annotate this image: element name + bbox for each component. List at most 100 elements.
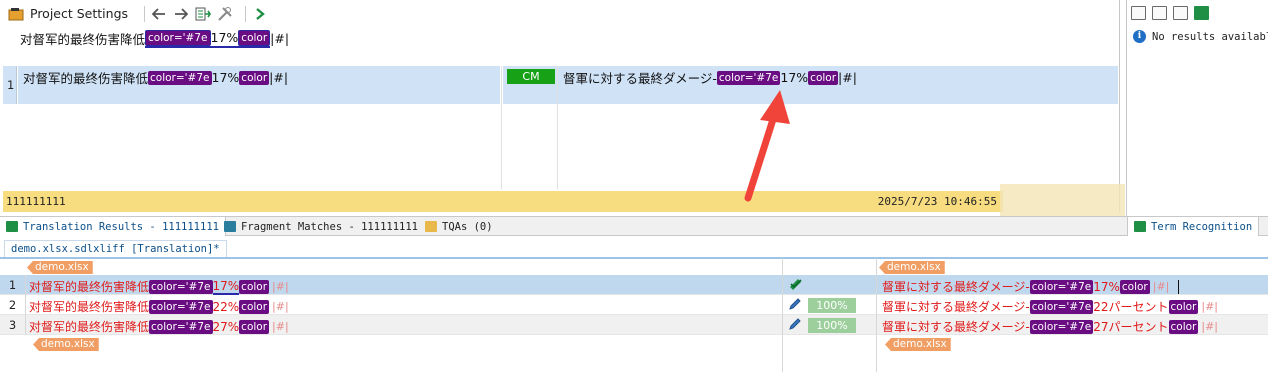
tag-close[interactable]: color [239, 299, 270, 314]
editor-preview-panel: Project Settings 对督军的最终伤害降低 color='#7e 1… [0, 0, 1120, 212]
tag-close[interactable]: color [1119, 279, 1150, 294]
tab-term-recognition[interactable]: Term Recognition [1127, 217, 1260, 236]
pipe-tag: |#| [1201, 300, 1219, 313]
source-text: 对督军的最终伤害降低 [29, 300, 150, 314]
source-value: 17% [210, 30, 239, 45]
segment-target-value: 17% [780, 70, 809, 85]
segment-number: 3 [0, 315, 26, 335]
segment-row[interactable]: 2 对督军的最终伤害降低 color='#7e 22% color |#| 督軍… [0, 295, 1268, 315]
bottom-tab-bar: Translation Results - 111111111 Fragment… [0, 216, 1268, 236]
tab-label: TQAs (0) [442, 220, 493, 233]
pipe-tag: |#| [272, 320, 289, 333]
segment-source: 对督军的最终伤害降低 color='#7e 17% color |#| [23, 68, 288, 87]
cm-status-badge: CM [507, 69, 555, 84]
tag-close[interactable]: color [239, 70, 270, 85]
arrow-left-icon[interactable] [151, 6, 167, 22]
info-icon: i [1133, 30, 1146, 43]
project-toolbar: Project Settings [0, 0, 1120, 27]
toolbar-divider [144, 5, 146, 22]
segment-row[interactable]: 1 对督军的最终伤害降低 color='#7e 17% color |#| 督軍… [0, 275, 1268, 295]
segment-status: 100% [784, 315, 876, 335]
term-settings-icon[interactable] [1173, 6, 1188, 20]
column-divider [876, 258, 877, 372]
segment-target[interactable]: 督軍に対する最終ダメージ- color='#7e 27 パーセント color … [882, 318, 1221, 335]
document-tab[interactable]: demo.xlsx.sdlxliff [Translation]* [4, 240, 227, 257]
tab-translation-results[interactable]: Translation Results - 111111111 [0, 217, 226, 236]
tools-icon[interactable] [217, 6, 233, 22]
translated-check-icon [788, 276, 804, 295]
target-value-suffix: パーセント [1108, 300, 1169, 314]
term-book-icon[interactable] [1131, 6, 1146, 20]
arrow-right-icon[interactable] [173, 6, 189, 22]
file-start-tag: demo.xlsx [879, 261, 945, 274]
pipe-tag: |#| [272, 280, 289, 293]
file-end-tag: demo.xlsx [33, 338, 99, 351]
source-value: 22% [212, 299, 240, 314]
segment-source-suffix: |#| [269, 70, 289, 85]
pipe-tag: |#| [1152, 280, 1170, 293]
pipe-tag: |#| [1201, 320, 1219, 333]
chevron-right-icon[interactable] [252, 6, 268, 22]
source-value: 27% [212, 319, 240, 334]
source-text: 对督军的最终伤害降低 [20, 32, 146, 47]
status-bar-timestamp: 2025/7/23 10:46:55 [877, 195, 997, 208]
segment-target-text: 督軍に対する最終ダメージ- [563, 71, 717, 86]
document-tab-underline [0, 257, 1268, 259]
segment-status-cell: CM [503, 66, 558, 104]
segment-target-cell[interactable]: 督軍に対する最終ダメージ- color='#7e 17% color |#| [558, 66, 1118, 104]
segment-number: 1 [7, 78, 15, 92]
term-recognition-icon [1134, 221, 1146, 232]
tag-close[interactable]: color [1168, 319, 1199, 334]
term-recognition-panel: i No results availabl [1126, 0, 1268, 216]
tab-tqas[interactable]: TQAs (0) [419, 217, 499, 236]
tag-open[interactable]: color='#7e [716, 70, 781, 85]
pencil-icon [788, 297, 802, 314]
segment-target[interactable]: 督軍に対する最終ダメージ- color='#7e 17% color |#| [882, 278, 1180, 295]
translation-results-icon [6, 221, 18, 232]
tag-open[interactable]: color='#7e [145, 29, 211, 46]
tag-open[interactable]: color='#7e [149, 319, 213, 334]
text-cursor [1178, 279, 1180, 294]
apply-translation-icon[interactable] [195, 6, 211, 22]
segment-target[interactable]: 督軍に対する最終ダメージ- color='#7e 22 パーセント color … [882, 298, 1221, 315]
segment-source-cell[interactable]: 对督军的最终伤害降低 color='#7e 17% color |#| [18, 66, 500, 104]
tag-open[interactable]: color='#7e [1029, 299, 1094, 314]
tag-close[interactable]: color [239, 319, 270, 334]
source-text: 对督军的最终伤害降低 [29, 280, 150, 294]
segment-row[interactable]: 3 对督军的最终伤害降低 color='#7e 27% color |#| 督軍… [0, 315, 1268, 335]
tag-open[interactable]: color='#7e [149, 299, 213, 314]
status-bar-id: 111111111 [6, 195, 66, 208]
segment-source-value: 17% [211, 70, 240, 85]
add-term-icon[interactable] [1152, 6, 1167, 20]
tag-open[interactable]: color='#7e [149, 279, 213, 294]
match-percentage: 100% [808, 297, 856, 313]
tag-close[interactable]: color [1168, 299, 1199, 314]
tag-open[interactable]: color='#7e [1029, 319, 1094, 334]
tag-close[interactable]: color [238, 29, 271, 46]
source-value: 17% [212, 278, 240, 295]
tag-open[interactable]: color='#7e [1029, 279, 1094, 294]
project-settings-icon[interactable] [8, 6, 24, 22]
target-text: 督軍に対する最終ダメージ- [882, 280, 1030, 294]
source-preview-line: 对督军的最终伤害降低 color='#7e 17% color |#| [20, 29, 289, 48]
termbase-icon[interactable] [1194, 6, 1209, 20]
project-settings-button[interactable]: Project Settings [30, 6, 128, 21]
tag-close[interactable]: color [808, 70, 839, 85]
file-end-tag: demo.xlsx [885, 338, 951, 351]
red-arrow-annotation [744, 90, 790, 202]
segment-target: 督軍に対する最終ダメージ- color='#7e 17% color |#| [563, 68, 857, 87]
status-bar-overlay [1000, 184, 1125, 218]
tab-fragment-matches[interactable]: Fragment Matches - 111111111 [218, 217, 424, 236]
segment-source: 对督军的最终伤害降低 color='#7e 27% color |#| [29, 318, 292, 335]
segment-source: 对督军的最终伤害降低 color='#7e 17% color |#| [29, 278, 292, 295]
tab-label: Term Recognition [1151, 220, 1253, 233]
target-value: 17% [1093, 279, 1120, 294]
term-toolbar [1131, 6, 1209, 20]
segment-number: 1 [0, 275, 26, 295]
segment-number-cell[interactable]: 1 [3, 66, 17, 104]
target-text: 督軍に対する最終ダメージ- [882, 300, 1030, 314]
target-value: 27 [1093, 319, 1109, 334]
tag-open[interactable]: color='#7e [148, 70, 212, 85]
match-percentage: 100% [808, 317, 856, 333]
tag-close[interactable]: color [239, 279, 270, 294]
